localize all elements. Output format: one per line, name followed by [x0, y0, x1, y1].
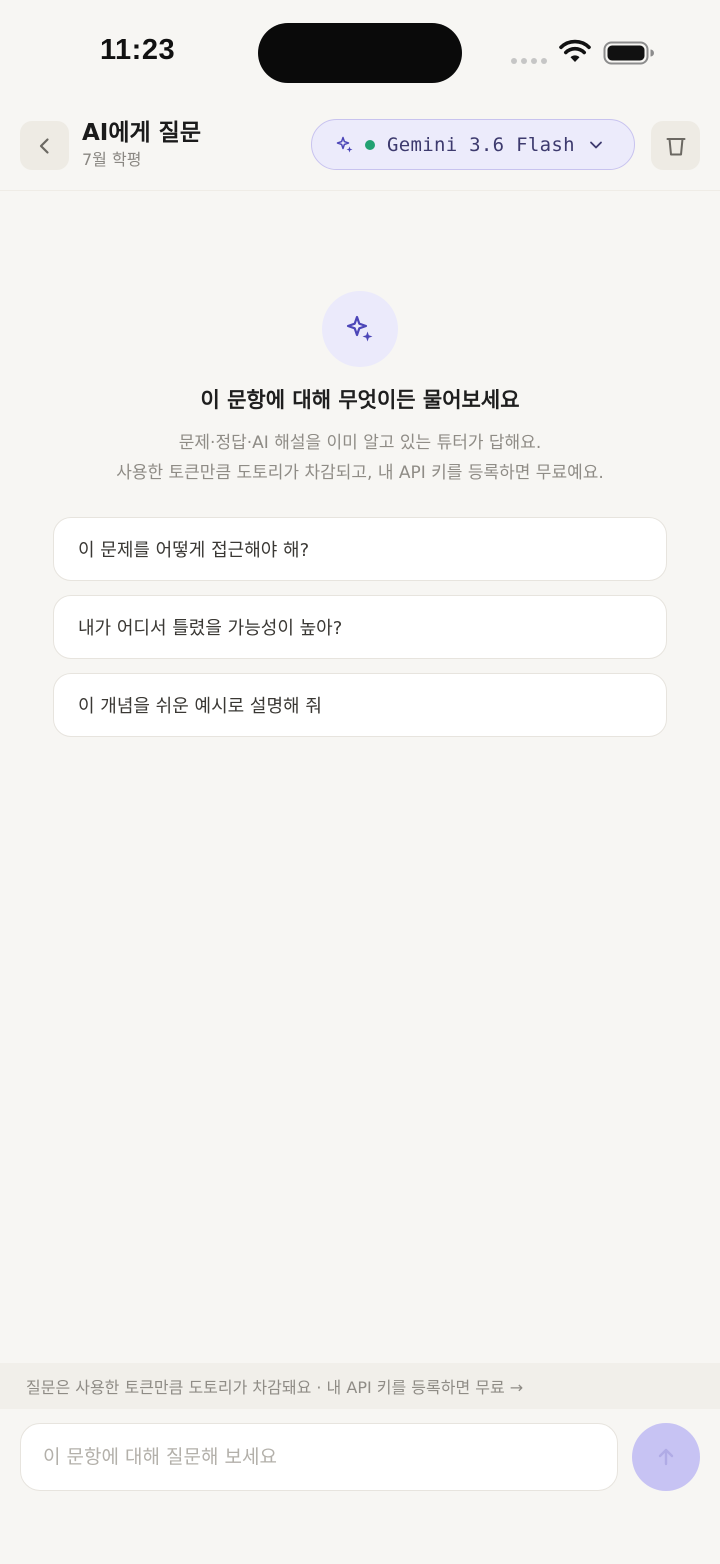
hero-sparkle-badge	[322, 291, 398, 367]
empty-state-description: 문제·정답·AI 해설을 이미 알고 있는 튜터가 답해요. 사용한 토큰만큼 …	[0, 428, 720, 488]
sparkle-icon	[336, 136, 353, 152]
suggested-questions: 이 문제를 어떻게 접근해야 해? 내가 어디서 틀렸을 가능성이 높아? 이 …	[53, 517, 667, 751]
page-title: AI에게 질문	[82, 120, 202, 146]
model-status-dot	[365, 139, 375, 150]
empty-state-heading: 이 문항에 대해 무엇이든 물어보세요	[200, 388, 520, 412]
description-line: 사용한 토큰만큼 도토리가 차감되고, 내 API 키를 등록하면 무료예요.	[116, 463, 604, 483]
suggestion-chip[interactable]: 이 개념을 쉬운 예시로 설명해 줘	[53, 673, 667, 737]
arrow-up-icon	[658, 1448, 674, 1466]
chevron-left-icon	[39, 137, 49, 154]
battery-icon	[603, 41, 654, 65]
send-button[interactable]	[632, 1423, 700, 1491]
trash-icon	[666, 137, 685, 155]
wifi-icon	[559, 39, 591, 62]
description-line: 문제·정답·AI 해설을 이미 알고 있는 튜터가 답해요.	[178, 433, 542, 453]
page-subtitle: 7월 학평	[82, 150, 142, 169]
title-block: AI에게 질문 7월 학평	[82, 119, 201, 170]
message-composer	[0, 1409, 720, 1564]
suggestion-chip[interactable]: 내가 어디서 틀렸을 가능성이 높아?	[53, 595, 667, 659]
app-header: AI에게 질문 7월 학평 Gemini 3.6 Flash	[0, 100, 720, 191]
clear-chat-button[interactable]	[651, 121, 700, 170]
sparkle-icon	[346, 315, 373, 342]
chevron-down-icon	[589, 141, 602, 148]
status-time: 11:23	[100, 34, 176, 66]
dynamic-island	[258, 23, 462, 83]
model-name: Gemini 3.6 Flash	[387, 133, 575, 156]
suggestion-chip[interactable]: 이 문제를 어떻게 접근해야 해?	[53, 517, 667, 581]
model-selector-dropdown[interactable]: Gemini 3.6 Flash	[311, 119, 635, 170]
cellular-signal-icon	[511, 58, 547, 64]
api-key-notice-link[interactable]: 질문은 사용한 토큰만큼 도토리가 차감돼요 · 내 API 키를 등록하면 무…	[0, 1363, 720, 1409]
back-button[interactable]	[20, 121, 69, 170]
status-bar: 11:23	[0, 0, 720, 100]
question-input[interactable]	[20, 1423, 618, 1491]
